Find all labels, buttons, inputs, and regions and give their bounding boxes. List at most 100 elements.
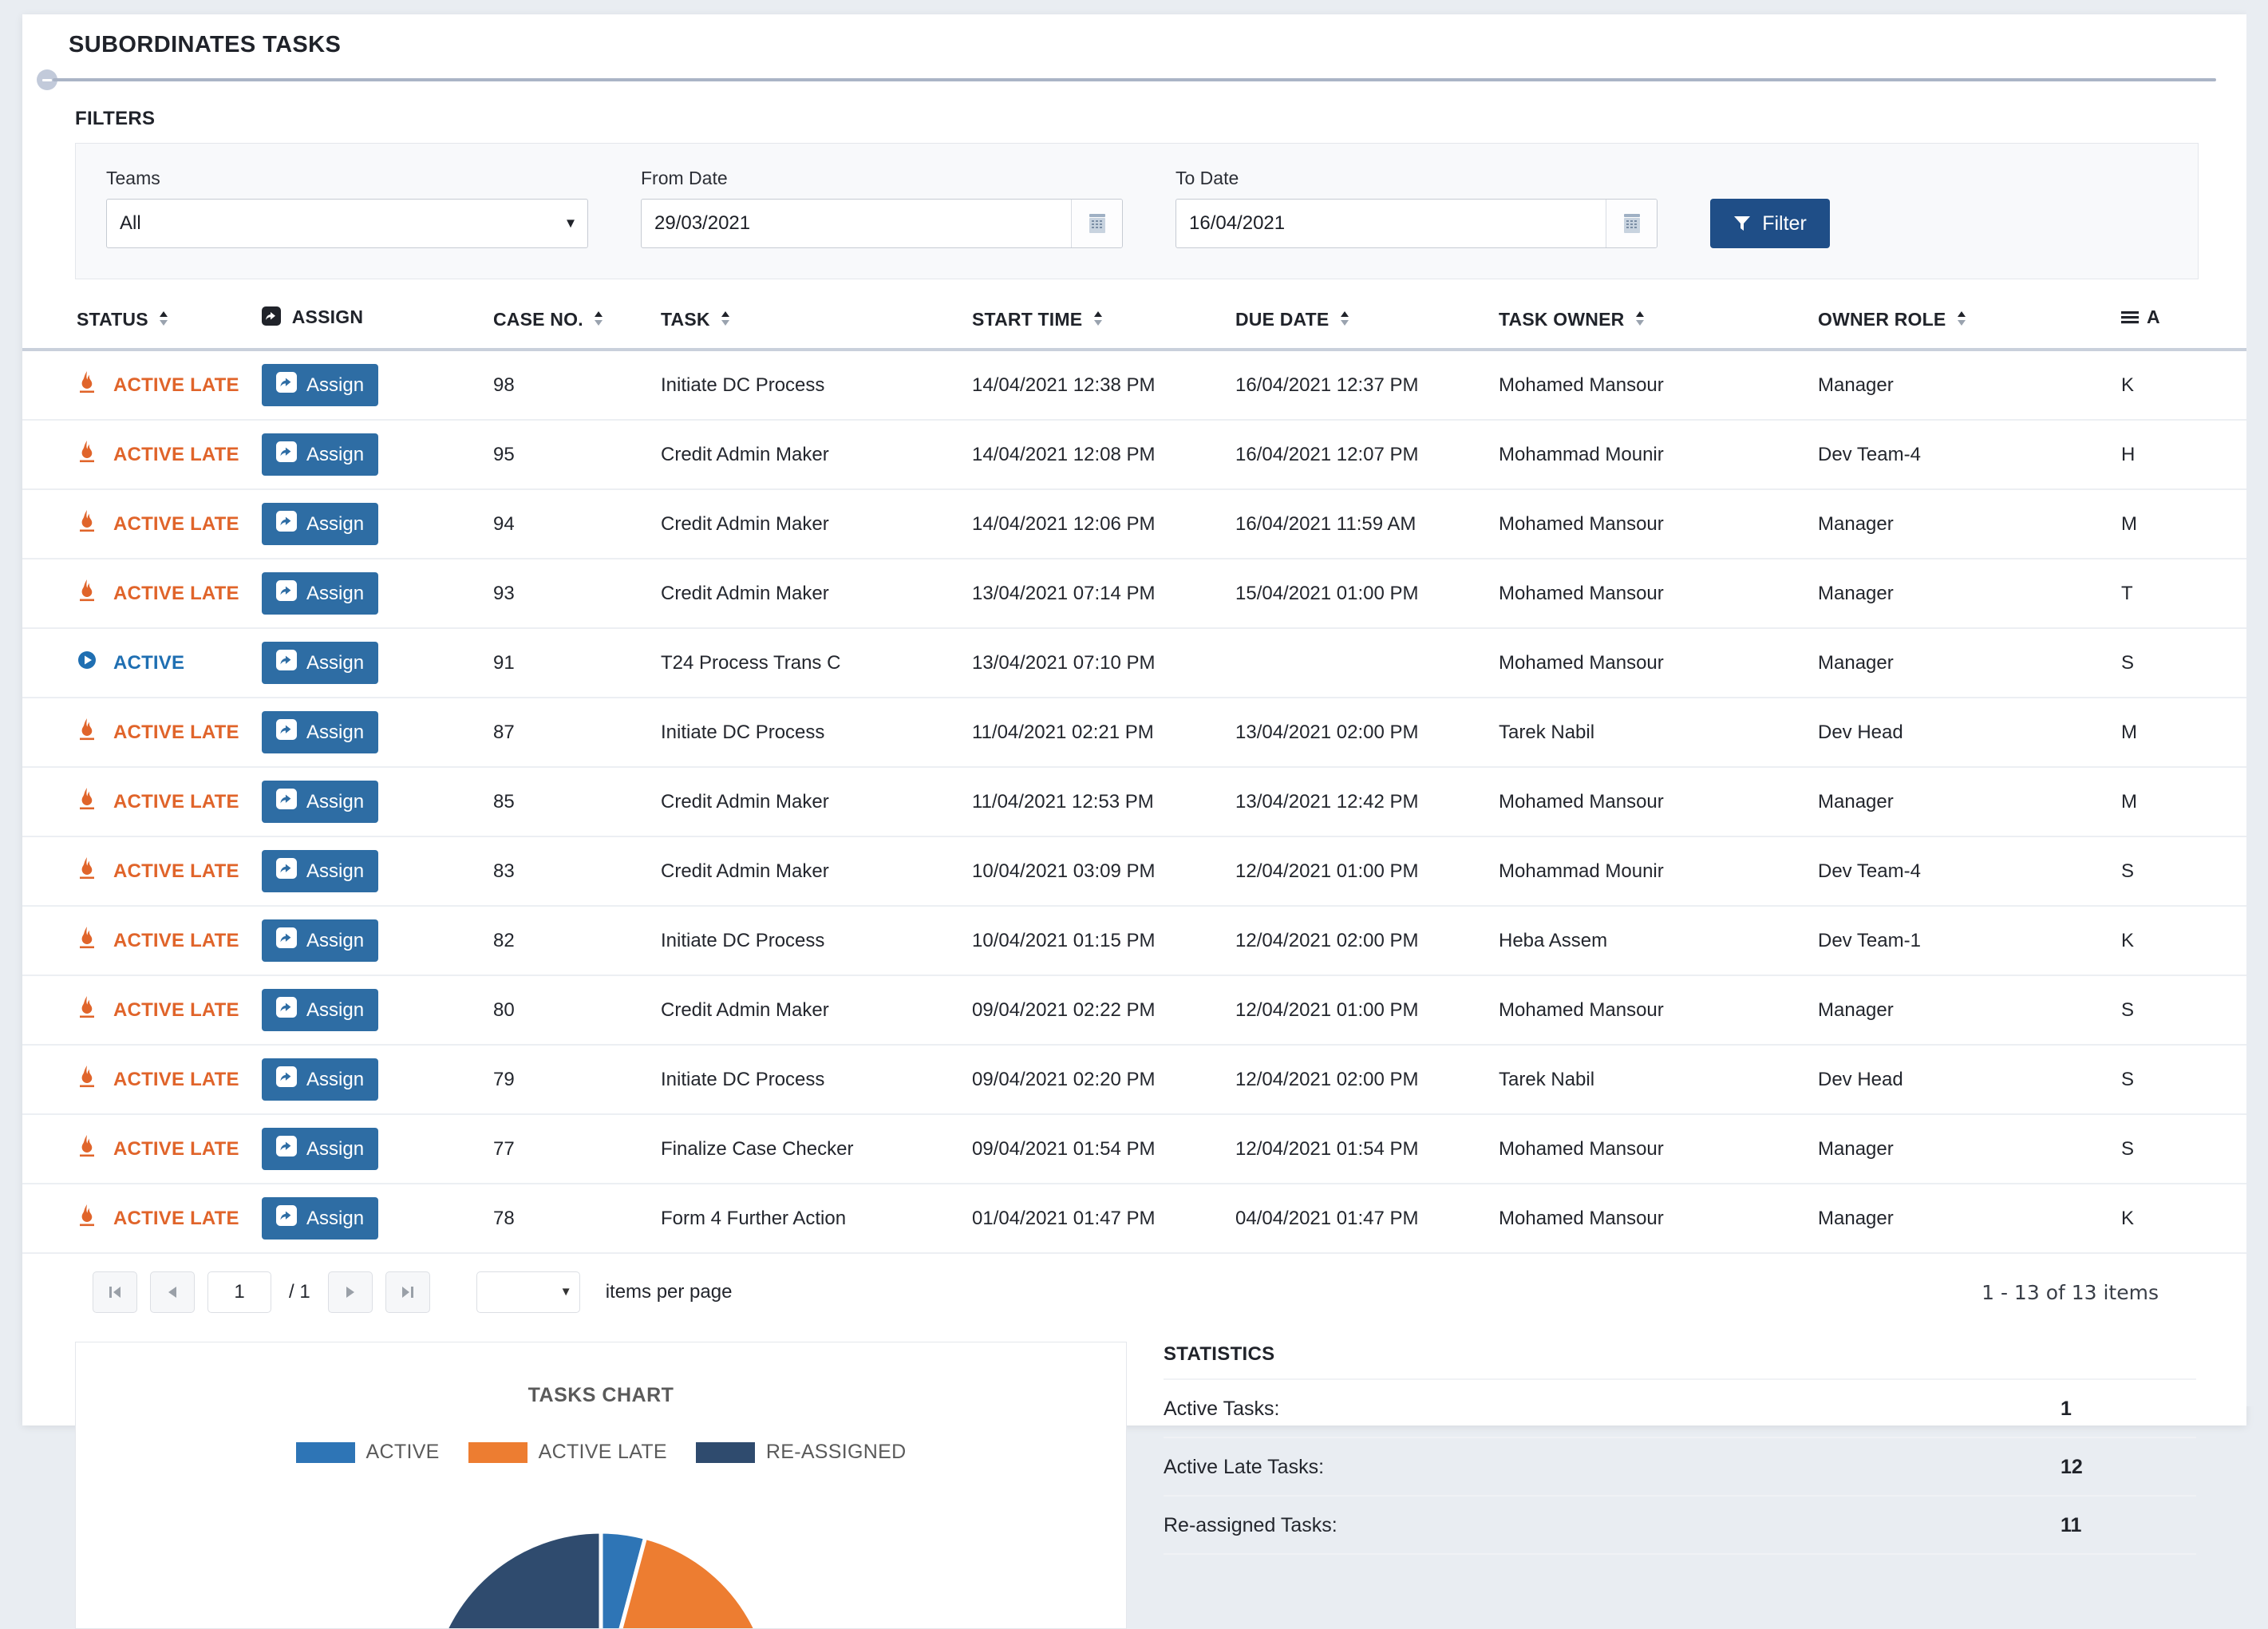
cell-task-owner: Mohammad Mounir	[1499, 420, 1818, 489]
column-header-owner-role[interactable]: OWNER ROLE	[1818, 306, 2121, 350]
items-per-page-select[interactable]: ▾	[476, 1271, 580, 1313]
assign-share-icon	[276, 1136, 297, 1162]
cell-case-no: 91	[493, 628, 661, 698]
legend-item[interactable]: RE-ASSIGNED	[696, 1441, 907, 1464]
table-row[interactable]: ACTIVE LATEAssign80Credit Admin Maker09/…	[22, 975, 2246, 1045]
assign-button[interactable]: Assign	[262, 781, 378, 823]
chevron-down-icon: ▾	[567, 212, 575, 232]
table-row[interactable]: ACTIVE LATEAssign87Initiate DC Process11…	[22, 698, 2246, 767]
calendar-icon[interactable]	[1071, 200, 1122, 247]
table-row[interactable]: ACTIVE LATEAssign93Credit Admin Maker13/…	[22, 559, 2246, 628]
sort-icon[interactable]	[1339, 310, 1350, 332]
teams-field-group: Teams All ▾	[106, 168, 588, 248]
assign-button[interactable]: Assign	[262, 989, 378, 1031]
cell-assign: Assign	[262, 1045, 493, 1114]
table-row[interactable]: ACTIVE LATEAssign82Initiate DC Process10…	[22, 906, 2246, 975]
sort-icon[interactable]	[720, 310, 731, 332]
table-row[interactable]: ACTIVE LATEAssign83Credit Admin Maker10/…	[22, 836, 2246, 906]
cell-status: ACTIVE	[22, 628, 262, 698]
sort-icon[interactable]	[1093, 310, 1104, 332]
prev-page-icon[interactable]	[150, 1271, 195, 1313]
cell-task-owner: Tarek Nabil	[1499, 698, 1818, 767]
cell-task: T24 Process Trans C	[661, 628, 972, 698]
column-header-status[interactable]: STATUS	[22, 306, 262, 350]
assign-button[interactable]: Assign	[262, 850, 378, 892]
table-row[interactable]: ACTIVE LATEAssign79Initiate DC Process09…	[22, 1045, 2246, 1114]
cell-start-time: 09/04/2021 01:54 PM	[972, 1114, 1235, 1184]
cell-case-no: 98	[493, 350, 661, 420]
sort-icon[interactable]	[1956, 310, 1967, 332]
assign-share-icon	[276, 372, 297, 398]
legend-item[interactable]: ACTIVE LATE	[468, 1441, 667, 1464]
column-header-case-no[interactable]: CASE NO.	[493, 306, 661, 350]
cell-due-date: 15/04/2021 01:00 PM	[1235, 559, 1499, 628]
table-row[interactable]: ACTIVE LATEAssign77Finalize Case Checker…	[22, 1114, 2246, 1184]
legend-item[interactable]: ACTIVE	[296, 1441, 440, 1464]
assign-share-icon	[276, 650, 297, 676]
cell-case-no: 95	[493, 420, 661, 489]
statistic-row: Re-assigned Tasks:11	[1164, 1497, 2196, 1555]
cell-assign: Assign	[262, 836, 493, 906]
assign-button[interactable]: Assign	[262, 503, 378, 545]
cell-assigned-to: S	[2121, 628, 2246, 698]
table-body: ACTIVE LATEAssign98Initiate DC Process14…	[22, 350, 2246, 1253]
pie-slice-re-assigned[interactable]	[429, 1532, 601, 1629]
flame-icon	[77, 440, 97, 469]
table-row[interactable]: ACTIVE LATEAssign78Form 4 Further Action…	[22, 1184, 2246, 1253]
assign-button[interactable]: Assign	[262, 919, 378, 962]
table-row[interactable]: ACTIVE LATEAssign95Credit Admin Maker14/…	[22, 420, 2246, 489]
cell-due-date	[1235, 628, 1499, 698]
column-header-task-owner[interactable]: TASK OWNER	[1499, 306, 1818, 350]
cell-assign: Assign	[262, 1184, 493, 1253]
assign-button[interactable]: Assign	[262, 1058, 378, 1101]
funnel-icon	[1733, 215, 1751, 232]
flame-icon	[77, 718, 97, 747]
panel-header: SUBORDINATES TASKS	[22, 14, 2246, 58]
first-page-icon[interactable]	[93, 1271, 137, 1313]
column-header-task[interactable]: TASK	[661, 306, 972, 350]
cell-owner-role: Manager	[1818, 559, 2121, 628]
items-per-page-label: items per page	[606, 1281, 733, 1303]
sort-icon[interactable]	[158, 310, 169, 332]
to-date-label: To Date	[1175, 168, 1658, 189]
table-row[interactable]: ACTIVEAssign91T24 Process Trans C13/04/2…	[22, 628, 2246, 698]
assign-button[interactable]: Assign	[262, 711, 378, 753]
cell-task: Form 4 Further Action	[661, 1184, 972, 1253]
last-page-icon[interactable]	[385, 1271, 430, 1313]
assign-button[interactable]: Assign	[262, 642, 378, 684]
assign-button[interactable]: Assign	[262, 433, 378, 476]
table-row[interactable]: ACTIVE LATEAssign85Credit Admin Maker11/…	[22, 767, 2246, 836]
flame-icon	[77, 579, 97, 608]
to-date-input[interactable]: 16/04/2021	[1175, 199, 1658, 248]
cell-start-time: 14/04/2021 12:06 PM	[972, 489, 1235, 559]
calendar-icon[interactable]	[1606, 200, 1657, 247]
sort-icon[interactable]	[1634, 310, 1646, 332]
table-row[interactable]: ACTIVE LATEAssign94Credit Admin Maker14/…	[22, 489, 2246, 559]
filter-button[interactable]: Filter	[1710, 199, 1830, 248]
column-header-start-time[interactable]: START TIME	[972, 306, 1235, 350]
assign-button[interactable]: Assign	[262, 572, 378, 615]
teams-select[interactable]: All ▾	[106, 199, 588, 248]
assign-button[interactable]: Assign	[262, 364, 378, 406]
column-header-due-date[interactable]: DUE DATE	[1235, 306, 1499, 350]
statistic-label: Active Tasks:	[1164, 1398, 1279, 1421]
assign-share-icon	[262, 306, 281, 330]
column-header-assigned-to[interactable]: A	[2121, 306, 2246, 350]
assign-button[interactable]: Assign	[262, 1128, 378, 1170]
cell-status: ACTIVE LATE	[22, 420, 262, 489]
assign-button-label: Assign	[306, 999, 364, 1022]
table-row[interactable]: ACTIVE LATEAssign98Initiate DC Process14…	[22, 350, 2246, 420]
cell-start-time: 09/04/2021 02:20 PM	[972, 1045, 1235, 1114]
cell-due-date: 12/04/2021 02:00 PM	[1235, 906, 1499, 975]
assign-button[interactable]: Assign	[262, 1197, 378, 1240]
from-date-input[interactable]: 29/03/2021	[641, 199, 1123, 248]
cell-assigned-to: K	[2121, 906, 2246, 975]
next-page-icon[interactable]	[328, 1271, 373, 1313]
cell-status: ACTIVE LATE	[22, 489, 262, 559]
cell-case-no: 80	[493, 975, 661, 1045]
sort-icon[interactable]	[593, 310, 604, 332]
cell-task-owner: Mohamed Mansour	[1499, 975, 1818, 1045]
column-label-assigned-to: A	[2147, 306, 2160, 327]
page-number-input[interactable]	[207, 1271, 271, 1313]
statistics-card: STATISTICS Active Tasks:1Active Late Tas…	[1164, 1342, 2196, 1555]
